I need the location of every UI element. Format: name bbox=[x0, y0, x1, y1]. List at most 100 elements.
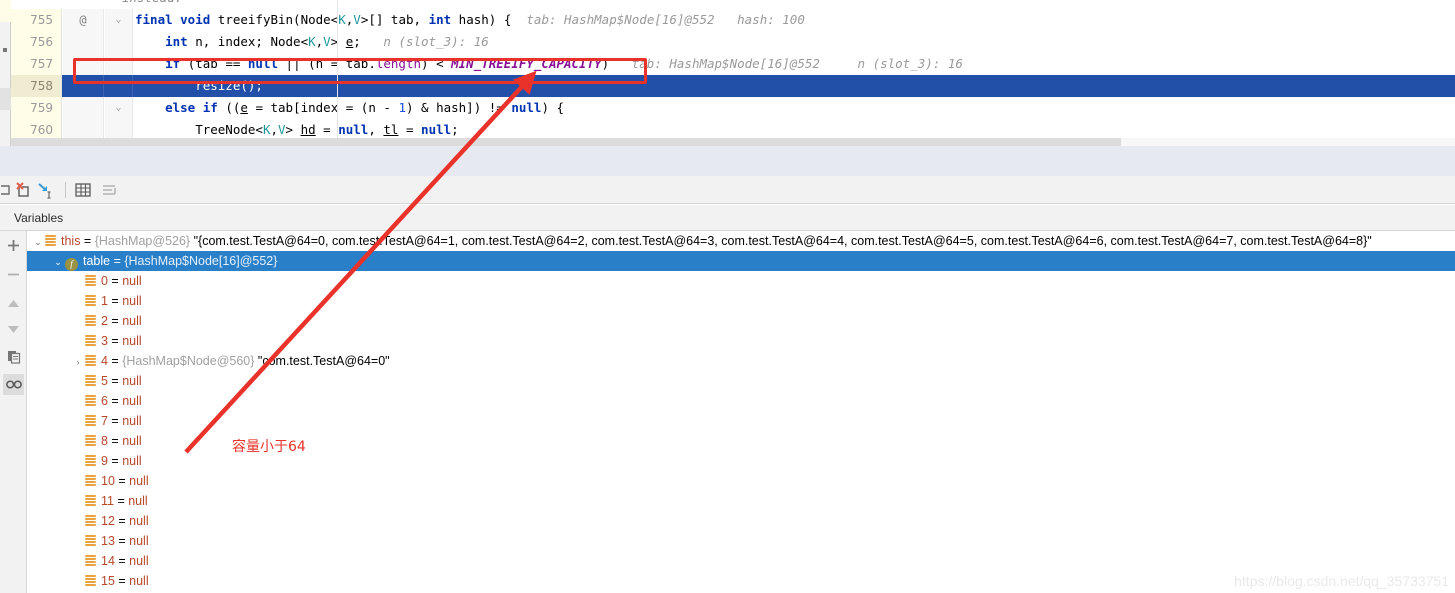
variables-action-gutter[interactable] bbox=[0, 231, 27, 593]
code-fold-toggle[interactable] bbox=[105, 75, 133, 97]
editor-hscrollbar-thumb[interactable] bbox=[11, 138, 1121, 146]
variable-row[interactable]: 0 = null bbox=[27, 271, 1455, 291]
variable-row[interactable]: 5 = null bbox=[27, 371, 1455, 391]
variable-row[interactable]: 14 = null bbox=[27, 551, 1455, 571]
code-token: e bbox=[240, 100, 248, 115]
move-up-button[interactable] bbox=[3, 293, 24, 314]
variable-row[interactable]: 10 = null bbox=[27, 471, 1455, 491]
variable-row[interactable]: ⌄ this = {HashMap@526} "{com.test.TestA@6… bbox=[27, 231, 1455, 251]
code-token: (n = tab. bbox=[308, 56, 376, 71]
array-entry-icon bbox=[85, 315, 96, 326]
gutter-annotation-marker[interactable]: @ bbox=[63, 9, 104, 31]
variable-row[interactable]: › 4 = {HashMap$Node@560} "com.test.TestA@… bbox=[27, 351, 1455, 371]
line-number[interactable]: 757 bbox=[11, 53, 62, 75]
code-token: int bbox=[165, 34, 196, 49]
expand-collapse-toggle[interactable]: ⌄ bbox=[51, 252, 65, 272]
line-number[interactable]: 756 bbox=[11, 31, 62, 53]
code-token: = tab[index = (n - bbox=[247, 100, 399, 115]
line-number[interactable]: 755 bbox=[11, 9, 62, 31]
variables-tree[interactable]: ⌄ this = {HashMap@526} "{com.test.TestA@6… bbox=[27, 231, 1455, 593]
equals-sign: = bbox=[107, 274, 123, 288]
array-entry-icon bbox=[85, 495, 96, 506]
move-down-button[interactable] bbox=[3, 319, 24, 340]
variable-row[interactable]: 3 = null bbox=[27, 331, 1455, 351]
remove-watch-button[interactable] bbox=[3, 264, 24, 285]
copy-value-button[interactable] bbox=[3, 346, 24, 367]
code-fold-toggle[interactable] bbox=[105, 53, 133, 75]
code-token: ; bbox=[353, 34, 361, 49]
variable-name: 7 bbox=[101, 414, 108, 428]
code-fold-toggle[interactable] bbox=[105, 31, 133, 53]
code-editor[interactable]: instead. 755@⌄final void treeifyBin(Node… bbox=[0, 0, 1455, 146]
show-as-table-icon[interactable] bbox=[73, 180, 93, 200]
code-token: else bbox=[165, 100, 203, 115]
variable-row[interactable]: 12 = null bbox=[27, 511, 1455, 531]
variable-row-selected[interactable]: ⌄ f table = {HashMap$Node[16]@552} bbox=[27, 251, 1455, 271]
variable-value: "{com.test.TestA@64=0, com.test.TestA@64… bbox=[190, 234, 1372, 248]
line-number[interactable]: 759 bbox=[11, 97, 62, 119]
variable-row[interactable]: 13 = null bbox=[27, 531, 1455, 551]
equals-sign: = bbox=[107, 454, 123, 468]
variable-row[interactable]: 2 = null bbox=[27, 311, 1455, 331]
code-line[interactable]: 759 ⌄ else if ((e = tab[index = (n - 1) &… bbox=[11, 97, 1455, 119]
code-token: hd bbox=[300, 122, 316, 137]
expand-collapse-toggle[interactable]: › bbox=[71, 352, 85, 372]
equals-sign: = bbox=[114, 474, 130, 488]
variable-name: 11 bbox=[101, 494, 114, 508]
code-token: , bbox=[270, 122, 278, 137]
sort-values-icon[interactable] bbox=[99, 180, 119, 200]
variable-name: 6 bbox=[101, 394, 108, 408]
code-token: , bbox=[368, 122, 384, 137]
line-number[interactable]: 758 bbox=[11, 75, 62, 97]
variable-value: null bbox=[122, 414, 142, 428]
variable-name: 1 bbox=[101, 294, 108, 308]
code-token: ) { bbox=[541, 100, 565, 115]
evaluate-expression-x-icon[interactable] bbox=[14, 180, 34, 200]
array-entry-icon bbox=[85, 455, 96, 466]
code-line[interactable]: 756 int n, index; Node<K,V> e; n (slot_3… bbox=[11, 31, 1455, 53]
code-line[interactable]: 757 if (tab == null || (n = tab.length) … bbox=[11, 53, 1455, 75]
variable-value: null bbox=[122, 374, 142, 388]
variable-name: 10 bbox=[101, 474, 115, 488]
marker-stripe bbox=[0, 88, 11, 110]
editor-debug-splitter[interactable] bbox=[0, 146, 1455, 176]
gutter-annotation-marker[interactable] bbox=[63, 53, 104, 75]
step-into-icon[interactable] bbox=[36, 180, 56, 200]
variable-name: 4 bbox=[101, 354, 108, 368]
array-entry-icon bbox=[85, 475, 96, 486]
variable-row[interactable]: 7 = null bbox=[27, 411, 1455, 431]
variables-tab-header[interactable]: Variables bbox=[0, 205, 1455, 231]
code-token: K bbox=[338, 12, 346, 27]
gutter-annotation-marker[interactable] bbox=[63, 31, 104, 53]
code-token: treeifyBin( bbox=[217, 12, 301, 27]
code-token: V bbox=[353, 12, 361, 27]
inline-debug-hint: n (slot_3): 16 bbox=[360, 34, 489, 49]
add-watch-button[interactable] bbox=[3, 235, 24, 256]
gutter-annotation-marker[interactable] bbox=[63, 97, 104, 119]
gutter-annotation-marker[interactable] bbox=[63, 75, 104, 97]
variable-reference: {HashMap$Node@560} bbox=[122, 354, 255, 368]
code-token: hash) { bbox=[458, 12, 512, 27]
inspect-button[interactable] bbox=[3, 374, 24, 395]
equals-sign: = bbox=[114, 534, 130, 548]
annotation-note: 容量小于64 bbox=[232, 439, 306, 455]
code-token: Node bbox=[300, 12, 331, 27]
code-token: null bbox=[511, 100, 542, 115]
variable-row[interactable]: 1 = null bbox=[27, 291, 1455, 311]
variable-value: null bbox=[128, 494, 148, 508]
array-entry-icon bbox=[85, 275, 96, 286]
code-token: null bbox=[338, 122, 369, 137]
equals-sign: = bbox=[114, 574, 130, 588]
variable-row[interactable]: 6 = null bbox=[27, 391, 1455, 411]
variable-row[interactable]: 11 = null bbox=[27, 491, 1455, 511]
code-line-text: resize(); bbox=[133, 75, 263, 97]
code-token: final bbox=[135, 12, 181, 27]
code-line[interactable]: 758 resize(); bbox=[11, 75, 1455, 97]
code-line-text: if (tab == null || (n = tab.length) < MI… bbox=[133, 53, 963, 75]
code-fold-toggle[interactable]: ⌄ bbox=[105, 97, 133, 119]
code-line[interactable]: 755 @ ⌄ final void treeifyBin(Node<K,V>[] t… bbox=[11, 9, 1455, 31]
variable-name: 8 bbox=[101, 434, 108, 448]
code-fold-toggle[interactable]: ⌄ bbox=[105, 9, 133, 31]
expand-collapse-toggle[interactable]: ⌄ bbox=[31, 232, 45, 252]
debugger-toolbar[interactable] bbox=[0, 176, 1455, 204]
